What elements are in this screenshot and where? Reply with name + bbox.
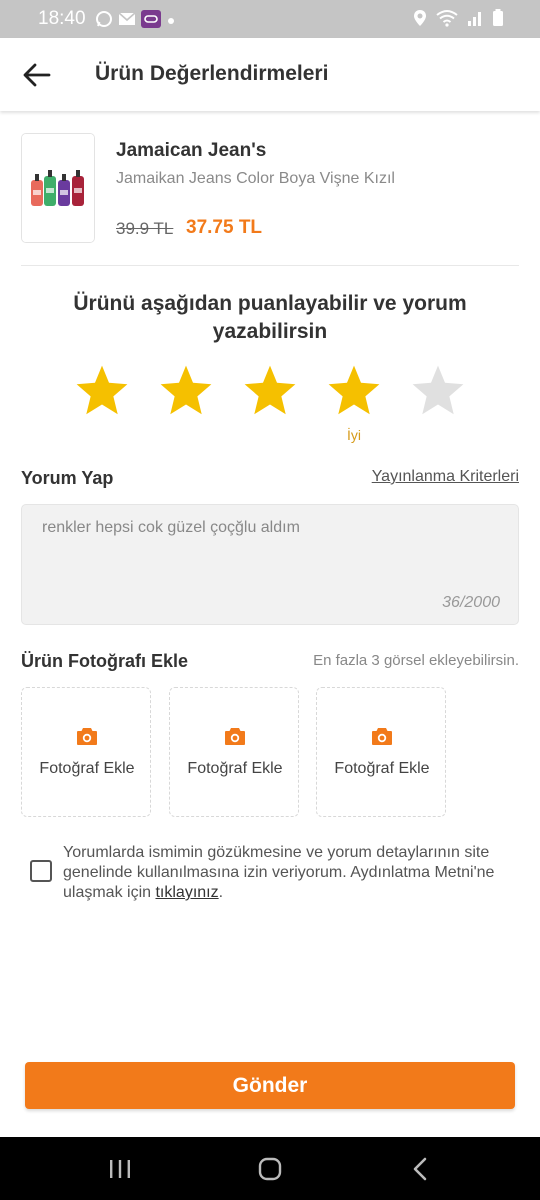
submit-button[interactable]: Gönder — [25, 1062, 515, 1109]
consent-text: Yorumlarda ismimin gözükmesine ve yorum … — [63, 843, 513, 903]
add-photo-button[interactable]: Fotoğraf Ekle — [169, 687, 299, 817]
consent-suffix: . — [218, 884, 224, 901]
recent-apps-icon[interactable] — [105, 1155, 135, 1183]
add-photo-button[interactable]: Fotoğraf Ekle — [21, 687, 151, 817]
battery-icon — [492, 9, 504, 32]
add-photo-label: Fotoğraf Ekle — [334, 760, 430, 777]
status-time: 18:40 — [38, 8, 86, 29]
photo-section-title: Ürün Fotoğrafı Ekle — [21, 651, 189, 671]
comment-text: renkler hepsi cok güzel çoçğlu aldım — [42, 519, 300, 536]
old-price: 39.9 TL — [116, 219, 174, 238]
app-bar: Ürün Değerlendirmeleri — [0, 38, 540, 111]
star-5-icon[interactable] — [409, 362, 467, 420]
star-3-icon[interactable] — [241, 362, 299, 420]
star-2-icon[interactable] — [157, 362, 215, 420]
star-rating — [0, 362, 540, 442]
publishing-criteria-link[interactable]: Yayınlanma Kriterleri — [372, 468, 519, 486]
disclosure-link[interactable]: tıklayınız — [155, 884, 218, 901]
dot-icon — [166, 13, 176, 31]
comment-input[interactable]: renkler hepsi cok güzel çoçğlu aldım 36/… — [21, 504, 519, 625]
comment-section-title: Yorum Yap — [21, 468, 114, 488]
product-brand: Jamaican Jean's — [116, 140, 267, 161]
consent-statement: Yorumlarda ismimin gözükmesine ve yorum … — [63, 844, 495, 901]
system-nav-bar — [0, 1137, 540, 1200]
location-icon — [413, 9, 427, 32]
add-photo-button[interactable]: Fotoğraf Ekle — [316, 687, 446, 817]
signal-icon — [467, 9, 483, 32]
camera-icon — [371, 726, 393, 746]
app-notification-icon — [141, 10, 161, 33]
rating-label: İyi — [347, 427, 361, 443]
camera-icon — [224, 726, 246, 746]
product-summary: Jamaican Jean's Jamaikan Jeans Color Boy… — [21, 133, 519, 266]
home-icon[interactable] — [255, 1155, 285, 1183]
consent-checkbox[interactable] — [30, 860, 52, 882]
arrow-left-icon[interactable] — [22, 62, 52, 88]
product-image — [21, 133, 95, 243]
new-price: 37.75 TL — [186, 217, 263, 238]
rating-prompt: Ürünü aşağıdan puanlayabilir ve yorum ya… — [73, 292, 467, 343]
photo-hint: En fazla 3 görsel ekleyebilirsin. — [313, 652, 519, 669]
back-nav-icon[interactable] — [405, 1155, 435, 1183]
whatsapp-icon — [95, 10, 113, 33]
add-photo-label: Fotoğraf Ekle — [187, 760, 283, 777]
status-bar: 18:40 — [0, 0, 540, 38]
mail-icon — [118, 11, 136, 32]
wifi-icon — [436, 9, 458, 32]
star-4-icon[interactable] — [325, 362, 383, 420]
add-photo-label: Fotoğraf Ekle — [39, 760, 135, 777]
camera-icon — [76, 726, 98, 746]
character-counter: 36/2000 — [442, 594, 500, 611]
product-name: Jamaikan Jeans Color Boya Vişne Kızıl — [116, 170, 395, 187]
page-title: Ürün Değerlendirmeleri — [95, 62, 329, 85]
star-1-icon[interactable] — [73, 362, 131, 420]
